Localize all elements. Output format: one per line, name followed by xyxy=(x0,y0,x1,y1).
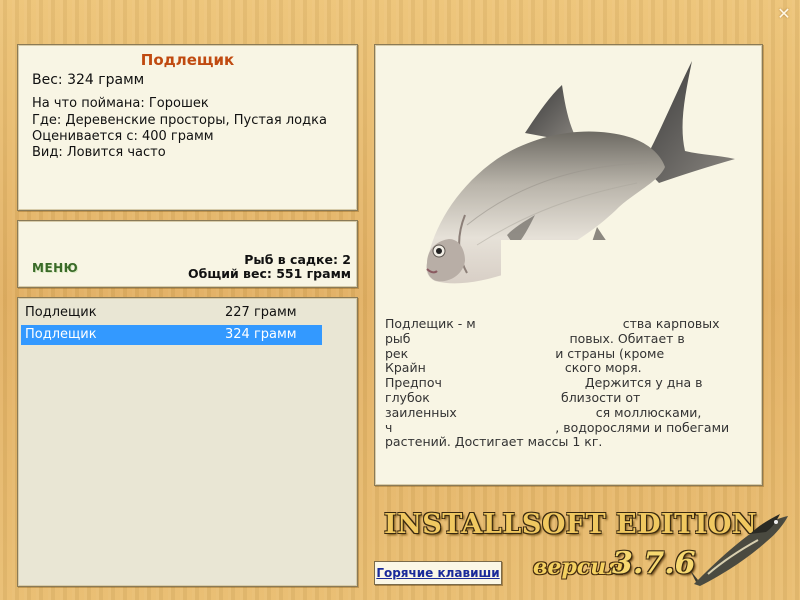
location-info: Где: Деревенские просторы, Пустая лодка xyxy=(32,113,327,128)
fish-title: Подлещик xyxy=(140,51,235,69)
list-item[interactable]: Подлещик 227 грамм xyxy=(21,303,322,323)
bream-fish-image xyxy=(426,61,742,327)
catch-list[interactable]: Подлещик 227 грамм Подлещик 324 грамм xyxy=(17,297,358,587)
fish-count: Рыб в садке: 2 xyxy=(244,252,351,267)
fish-description: Подлещик - м ства карповых рыб повых. Об… xyxy=(385,316,730,450)
bait-info: На что поймана: Горошек xyxy=(32,96,209,111)
list-item-weight: 324 грамм xyxy=(225,327,297,342)
list-item-name: Подлещик xyxy=(25,327,97,342)
list-item-weight: 227 грамм xyxy=(225,305,297,320)
menu-button[interactable]: МЕНЮ xyxy=(32,261,78,275)
fish-detail-panel: Подлещик - м ства карповых рыб повых. Об… xyxy=(374,44,763,486)
list-item-selected[interactable]: Подлещик 324 грамм xyxy=(21,325,322,345)
sturgeon-logo-icon xyxy=(690,514,788,586)
fish-weight: Вес: 324 грамм xyxy=(32,72,145,88)
list-item-name: Подлещик xyxy=(25,305,97,320)
hotkeys-button[interactable]: Горячие клавиши xyxy=(374,561,502,585)
close-icon[interactable]: ✕ xyxy=(776,6,792,22)
keepnet-stats-panel: МЕНЮ Рыб в садке: 2 Общий вес: 551 грамм xyxy=(17,220,358,288)
version-label: версия xyxy=(533,554,624,580)
version-number: 3.7.6 xyxy=(612,546,696,581)
total-weight: Общий вес: 551 грамм xyxy=(188,266,351,281)
fish-info-panel: Подлещик Вес: 324 грамм На что поймана: … xyxy=(17,44,358,211)
valuation-info: Оценивается с: 400 грамм xyxy=(32,129,214,144)
species-info: Вид: Ловится часто xyxy=(32,145,166,160)
